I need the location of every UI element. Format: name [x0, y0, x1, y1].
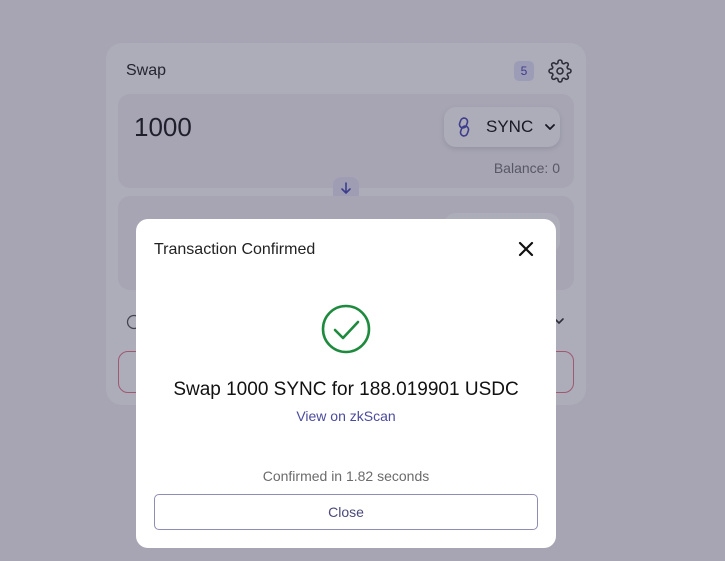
confirmed-time: Confirmed in 1.82 seconds	[262, 468, 430, 484]
check-circle-icon	[321, 304, 371, 354]
close-button[interactable]: Close	[154, 494, 538, 530]
view-on-zkscan-link[interactable]: View on zkScan	[136, 408, 556, 424]
close-icon[interactable]	[516, 239, 536, 259]
swap-summary: Swap 1000 SYNC for 188.019901 USDC	[173, 379, 519, 400]
modal-title: Transaction Confirmed	[154, 241, 316, 258]
transaction-confirmed-modal: Transaction Confirmed Swap 1000 SYNC for…	[136, 219, 556, 548]
